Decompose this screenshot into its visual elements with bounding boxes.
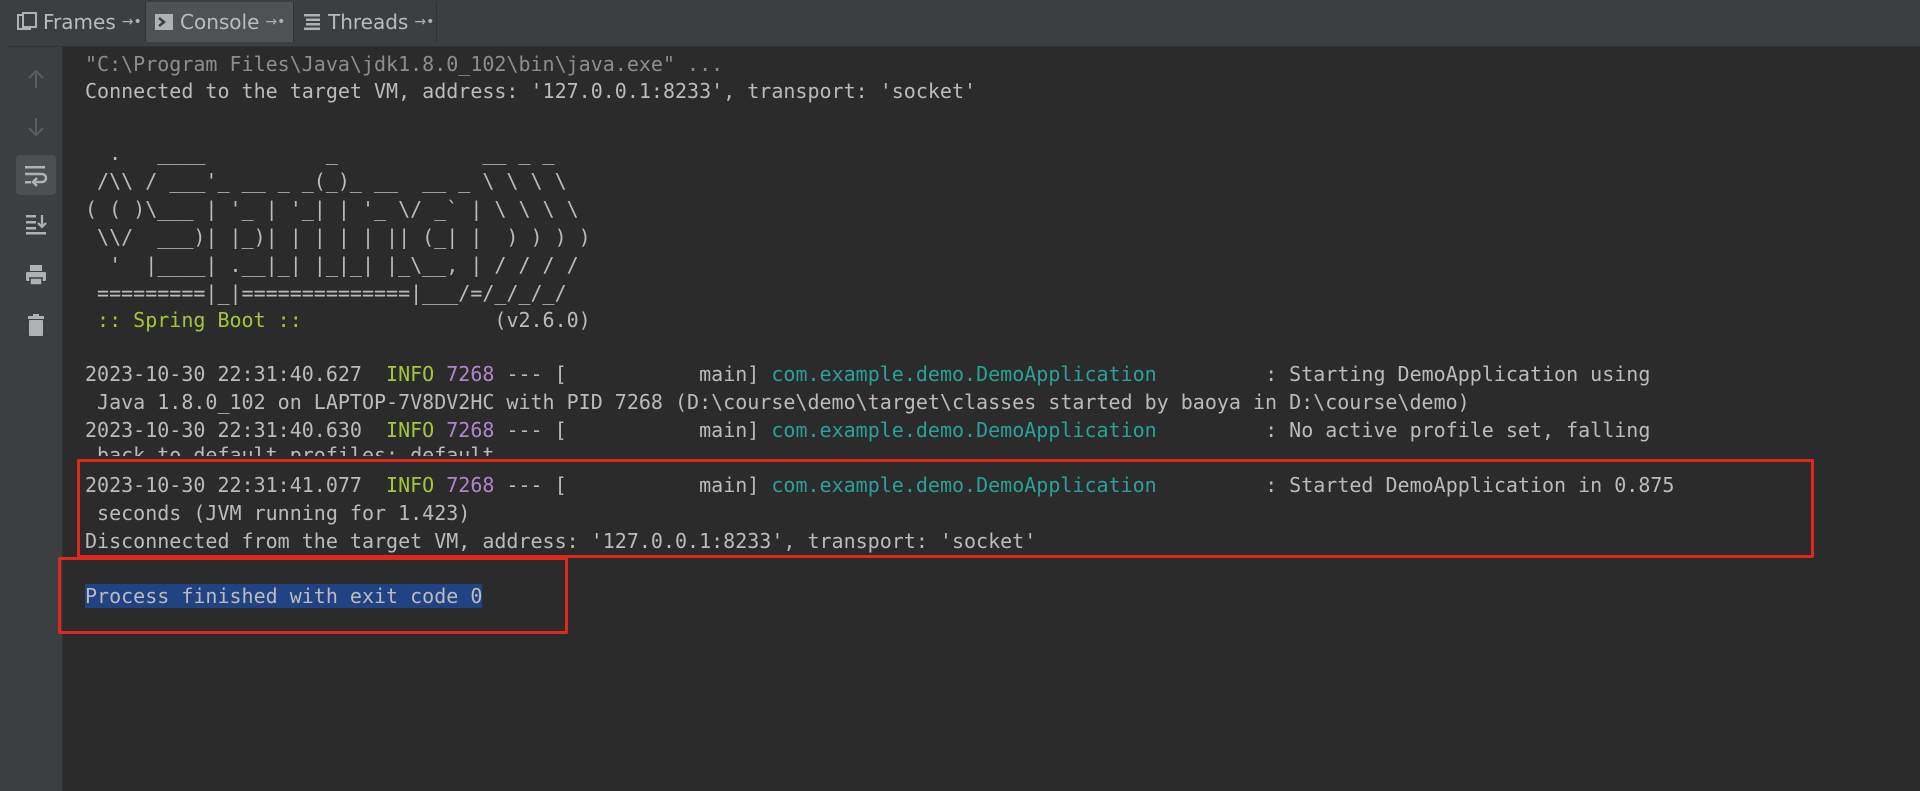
log-timestamp: 2023-10-30 22:31:40.630 bbox=[85, 418, 362, 442]
java-command-line: "C:\Program Files\Java\jdk1.8.0_102\bin\… bbox=[85, 52, 724, 76]
spring-banner-line: . ____ _ __ _ _ bbox=[85, 141, 555, 165]
spring-banner-line: ' |____| .__|_| |_|_| |_\__, | / / / / bbox=[85, 253, 579, 277]
spring-banner-line: \\/ ___)| |_)| | | | | || (_| | ) ) ) ) bbox=[85, 225, 591, 249]
tab-console-label: Console bbox=[180, 10, 260, 34]
debug-tab-bar: Frames →• Console →• Threads →• bbox=[9, 0, 1920, 47]
connected-message: Connected to the target VM, address: '12… bbox=[85, 79, 977, 103]
tab-threads-label: Threads bbox=[328, 10, 409, 34]
console-output[interactable]: "C:\Program Files\Java\jdk1.8.0_102\bin\… bbox=[63, 47, 1920, 791]
threads-icon bbox=[302, 11, 322, 33]
spring-boot-version: (v2.6.0) bbox=[313, 308, 591, 332]
tab-frames[interactable]: Frames →• bbox=[9, 2, 146, 42]
log-line: 2023-10-30 22:31:40.630 INFO 7268 --- [ … bbox=[85, 416, 1650, 444]
frames-icon bbox=[17, 11, 37, 33]
spring-boot-label: :: Spring Boot :: bbox=[85, 308, 314, 332]
tab-frames-label: Frames bbox=[43, 10, 116, 34]
pin-icon[interactable]: →• bbox=[414, 14, 434, 30]
soft-wrap-icon[interactable] bbox=[16, 155, 56, 195]
log-level: INFO bbox=[386, 362, 435, 386]
log-timestamp: 2023-10-30 22:31:40.627 bbox=[85, 362, 362, 386]
log-pid: 7268 bbox=[446, 362, 495, 386]
log-message: : No active profile set, falling bbox=[1156, 418, 1651, 442]
log-logger: com.example.demo.DemoApplication bbox=[771, 362, 1157, 386]
down-arrow-icon[interactable] bbox=[16, 107, 56, 147]
log-continuation: Java 1.8.0_102 on LAPTOP-7V8DV2HC with P… bbox=[85, 390, 1470, 414]
spring-boot-version-line: :: Spring Boot :: (v2.6.0) bbox=[85, 306, 591, 334]
print-icon[interactable] bbox=[16, 255, 56, 295]
tab-threads[interactable]: Threads →• bbox=[294, 2, 437, 42]
spring-banner-line: ( ( )\___ | '_ | '_| | '_ \/ _` | \ \ \ … bbox=[85, 197, 579, 221]
log-thread: --- [ main] bbox=[494, 418, 772, 442]
console-toolbar bbox=[9, 47, 63, 791]
log-line: 2023-10-30 22:31:40.627 INFO 7268 --- [ … bbox=[85, 360, 1650, 388]
tab-console[interactable]: Console →• bbox=[146, 2, 294, 42]
log-continuation: back to default profiles: default bbox=[85, 443, 495, 456]
pin-icon[interactable]: →• bbox=[122, 14, 142, 30]
left-edge bbox=[0, 0, 9, 791]
log-thread: --- [ main] bbox=[494, 362, 772, 386]
log-logger: com.example.demo.DemoApplication bbox=[771, 418, 1157, 442]
log-pid: 7268 bbox=[446, 418, 495, 442]
log-level: INFO bbox=[386, 418, 435, 442]
spring-banner-line: =========|_|==============|___/=/_/_/_/ bbox=[85, 281, 567, 305]
scroll-to-end-icon[interactable] bbox=[16, 204, 56, 244]
trash-icon[interactable] bbox=[16, 305, 56, 345]
highlight-box-log bbox=[77, 459, 1814, 558]
highlight-box-exit bbox=[58, 557, 568, 634]
pin-icon[interactable]: →• bbox=[265, 14, 285, 30]
up-arrow-icon[interactable] bbox=[16, 59, 56, 99]
console-icon bbox=[154, 11, 174, 33]
spring-banner-line: /\\ / ___'_ __ _ _(_)_ __ __ _ \ \ \ \ bbox=[85, 169, 567, 193]
log-message: : Starting DemoApplication using bbox=[1156, 362, 1651, 386]
